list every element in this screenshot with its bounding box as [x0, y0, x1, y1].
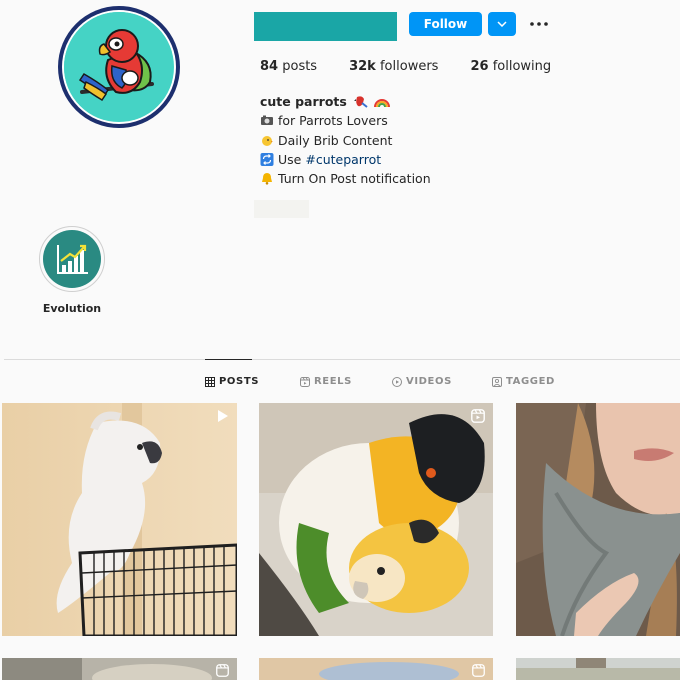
highlight-ring: [39, 226, 105, 292]
followers-count-label: followers: [379, 59, 439, 74]
username-placeholder: [254, 12, 397, 41]
grid-icon: [205, 376, 215, 387]
bio-line: Use #cuteparrot: [260, 150, 431, 169]
ellipsis-icon: [530, 22, 548, 26]
bell-emoji-icon: [262, 173, 272, 185]
bio-link-placeholder: [254, 200, 309, 218]
story-highlight[interactable]: Evolution: [38, 226, 106, 315]
follow-button[interactable]: Follow: [409, 12, 482, 36]
play-circle-icon: [392, 376, 402, 387]
following-count-label: following: [492, 59, 552, 74]
post-photo: [259, 658, 493, 680]
tab-reels-label: REELS: [314, 376, 352, 387]
avatar-border: [62, 10, 176, 124]
following-count[interactable]: 26 following: [470, 59, 551, 74]
profile-bio: cute parrots for Parrots Lovers Daily Br…: [260, 92, 431, 188]
post-tile[interactable]: [2, 658, 237, 680]
chart-growth-icon: [43, 230, 101, 288]
parrot-emoji-icon: [353, 96, 368, 108]
profile-name: cute parrots: [260, 94, 347, 109]
tab-reels[interactable]: REELS: [300, 376, 352, 387]
chick-emoji-icon: [262, 135, 273, 146]
more-options-button[interactable]: [528, 12, 550, 36]
post-tile[interactable]: [2, 403, 237, 636]
person-scarf-photo: [516, 403, 680, 636]
video-icon: [218, 410, 228, 422]
post-photo: [2, 658, 237, 680]
reels-icon: [216, 664, 229, 677]
repeat-emoji-icon: [260, 152, 274, 166]
following-count-value: 26: [470, 59, 489, 74]
caique-parrots-photo: [259, 403, 493, 636]
tab-posts[interactable]: POSTS: [205, 376, 259, 387]
followers-count-value: 32k: [349, 59, 376, 74]
posts-count-label: posts: [282, 59, 318, 74]
bio-line-text: Use: [278, 151, 302, 167]
chevron-down-icon: [497, 21, 507, 27]
post-tile[interactable]: [259, 403, 493, 636]
post-photo: [516, 658, 680, 680]
tab-tagged-label: TAGGED: [506, 376, 555, 387]
highlight-label: Evolution: [42, 302, 102, 315]
reels-icon: [472, 664, 485, 677]
profile-avatar[interactable]: [58, 6, 180, 128]
followers-count[interactable]: 32k followers: [349, 59, 438, 74]
bio-line-text: Turn On Post notification: [278, 171, 431, 187]
rainbow-emoji-icon: [373, 99, 390, 108]
tab-videos-label: VIDEOS: [406, 376, 452, 387]
post-tile[interactable]: [516, 403, 680, 636]
bio-line: Turn On Post notification: [260, 169, 431, 188]
posts-count-value: 84: [260, 59, 279, 74]
reels-icon: [300, 376, 310, 387]
bio-line: for Parrots Lovers: [260, 111, 431, 130]
tag-icon: [492, 376, 502, 387]
bio-line: Daily Brib Content: [260, 131, 431, 150]
bio-line-text: Daily Brib Content: [278, 132, 393, 148]
tabs-divider: [4, 359, 680, 360]
hashtag-link[interactable]: #cuteparrot: [305, 152, 381, 167]
active-tab-indicator: [205, 359, 252, 360]
suggested-accounts-button[interactable]: [488, 12, 516, 36]
profile-stats: 84 posts 32k followers 26 following: [260, 59, 583, 74]
tab-posts-label: POSTS: [219, 376, 260, 387]
post-tile[interactable]: [516, 658, 680, 680]
bio-name-line: cute parrots: [260, 92, 431, 111]
posts-count: 84 posts: [260, 59, 317, 74]
reels-icon: [471, 409, 485, 423]
bio-line-text: for Parrots Lovers: [278, 113, 388, 129]
tab-tagged[interactable]: TAGGED: [492, 376, 555, 387]
profile-tabs: POSTS REELS VIDEOS TAGGED: [0, 376, 680, 390]
cockatoo-photo: [2, 403, 237, 636]
parrot-logo-icon: [64, 12, 174, 122]
tab-videos[interactable]: VIDEOS: [392, 376, 452, 387]
post-tile[interactable]: [259, 658, 493, 680]
camera-emoji-icon: [261, 115, 273, 126]
